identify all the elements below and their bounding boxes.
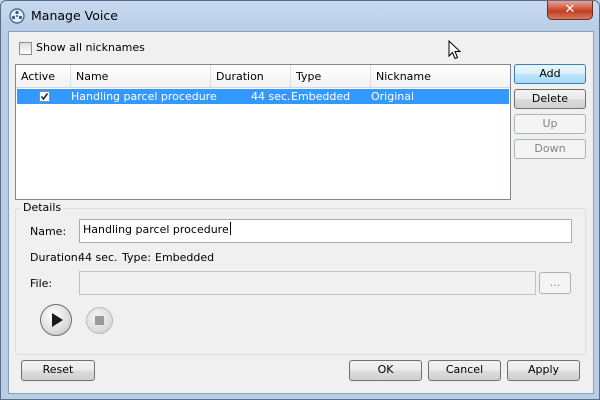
window-title: Manage Voice	[31, 8, 118, 23]
reset-button[interactable]: Reset	[21, 360, 95, 381]
name-label: Name:	[30, 225, 67, 238]
delete-button[interactable]: Delete	[514, 89, 586, 109]
show-all-nicknames-checkbox[interactable]	[19, 42, 32, 55]
table-row[interactable]: Handling parcel procedure 44 sec. Embedd…	[17, 89, 509, 104]
column-header-active[interactable]: Active	[16, 65, 71, 87]
title-bar[interactable]: Manage Voice ✕	[1, 1, 599, 30]
active-checkbox[interactable]	[39, 91, 50, 102]
list-header: Active Name Duration Type Nickname	[16, 65, 510, 88]
duration-value: 44 sec.	[78, 251, 118, 264]
name-field[interactable]: Handling parcel procedure	[79, 219, 572, 243]
down-button[interactable]: Down	[514, 139, 586, 159]
type-value: Embedded	[155, 251, 215, 264]
text-caret	[229, 222, 231, 235]
app-icon	[9, 8, 25, 24]
manage-voice-window: Manage Voice ✕ Show all nicknames Active…	[0, 0, 600, 400]
checkmark-icon	[40, 93, 49, 101]
up-button[interactable]: Up	[514, 114, 586, 134]
close-button[interactable]: ✕	[547, 1, 593, 20]
column-header-duration[interactable]: Duration	[211, 65, 291, 87]
details-group-label: Details	[21, 201, 64, 214]
row-duration: 44 sec.	[251, 90, 291, 103]
dialog-body: Show all nicknames Active Name Duration …	[8, 31, 594, 394]
column-header-nickname[interactable]: Nickname	[371, 65, 510, 87]
stop-icon	[95, 316, 104, 325]
close-icon: ✕	[564, 2, 576, 17]
apply-button[interactable]: Apply	[507, 360, 580, 381]
column-header-name[interactable]: Name	[71, 65, 211, 87]
row-type: Embedded	[291, 90, 351, 103]
file-field[interactable]	[79, 271, 536, 295]
stop-button[interactable]	[86, 307, 113, 334]
mouse-cursor-icon	[448, 40, 462, 60]
row-nickname: Original	[371, 90, 415, 103]
row-name: Handling parcel procedure	[71, 90, 217, 103]
type-label: Type:	[122, 251, 151, 264]
duration-label: Duration:	[30, 251, 82, 264]
cancel-button[interactable]: Cancel	[428, 360, 501, 381]
show-all-nicknames-label[interactable]: Show all nicknames	[36, 41, 145, 54]
browse-button[interactable]: ...	[539, 272, 571, 294]
add-button[interactable]: Add	[514, 64, 586, 84]
name-field-value: Handling parcel procedure	[83, 223, 229, 236]
play-icon	[52, 313, 63, 327]
voice-list[interactable]: Active Name Duration Type Nickname Handl…	[15, 64, 511, 200]
file-label: File:	[30, 277, 53, 290]
ok-button[interactable]: OK	[349, 360, 422, 381]
column-header-type[interactable]: Type	[291, 65, 371, 87]
play-button[interactable]	[40, 304, 72, 336]
